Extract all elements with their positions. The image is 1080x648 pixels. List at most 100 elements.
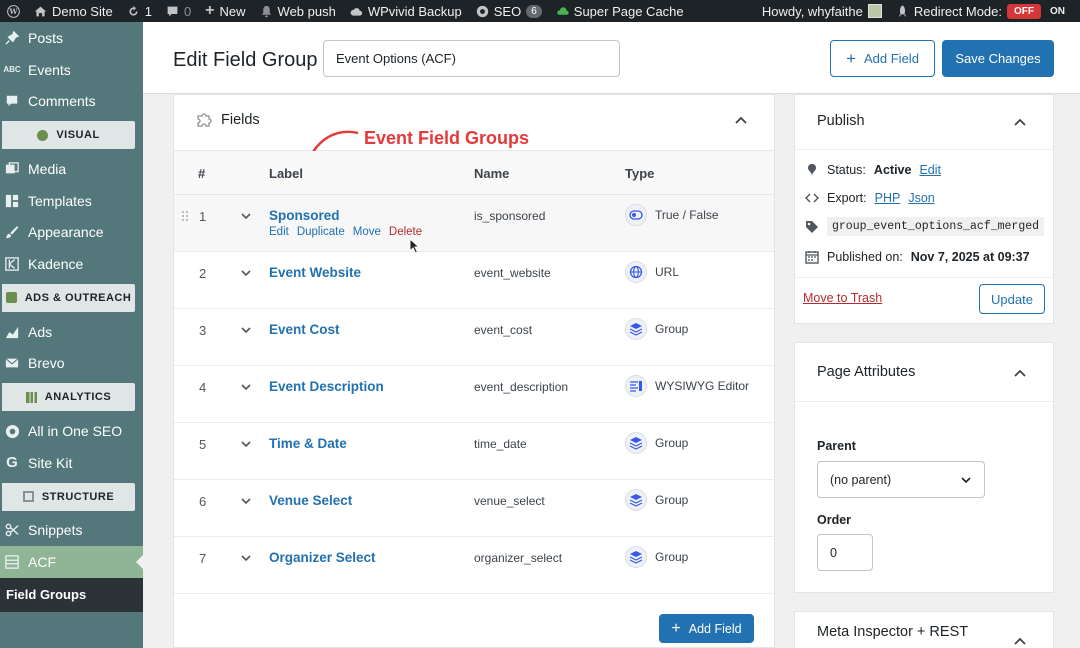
add-field-button[interactable]: + Add Field bbox=[830, 40, 935, 77]
sidebar-item-all-in-one-seo[interactable]: All in One SEO bbox=[0, 415, 143, 447]
field-type: Group bbox=[625, 546, 688, 568]
field-label-link[interactable]: Sponsored bbox=[269, 208, 340, 223]
sidebar-section-visual: VISUAL bbox=[2, 121, 135, 150]
cloud-icon bbox=[350, 7, 363, 16]
updates-link[interactable]: 1 bbox=[120, 0, 159, 22]
toggle-icon bbox=[625, 204, 647, 226]
field-name: event_cost bbox=[474, 323, 533, 337]
sidebar-item-label: ACF bbox=[28, 554, 56, 571]
export-line: Export: PHP Json bbox=[805, 191, 935, 205]
sidebar-item-appearance[interactable]: Appearance bbox=[0, 216, 143, 248]
field-label-link[interactable]: Venue Select bbox=[269, 493, 352, 508]
sidebar-item-media[interactable]: Media bbox=[0, 153, 143, 185]
sidebar-item-acf[interactable]: ACF bbox=[0, 546, 143, 578]
duplicate-action[interactable]: Duplicate bbox=[297, 226, 345, 238]
publish-title: Publish bbox=[817, 113, 865, 129]
sidebar-item-label: Templates bbox=[28, 192, 92, 209]
field-number: 1 bbox=[199, 209, 207, 224]
chevron-down-icon[interactable] bbox=[240, 267, 252, 279]
field-type-label: Group bbox=[655, 550, 689, 564]
column-num: # bbox=[198, 166, 206, 181]
chevron-up-icon[interactable] bbox=[1013, 115, 1027, 129]
account-link[interactable]: Howdy, whyfaithe bbox=[755, 0, 889, 22]
field-row[interactable]: 5 Time & Date time_date Group bbox=[174, 423, 774, 480]
field-label-link[interactable]: Organizer Select bbox=[269, 550, 376, 565]
field-row[interactable]: 3 Event Cost event_cost Group bbox=[174, 309, 774, 366]
delete-action[interactable]: Delete bbox=[389, 226, 422, 238]
comments-link[interactable]: 0 bbox=[159, 0, 198, 22]
sidebar-item-templates[interactable]: Templates bbox=[0, 185, 143, 217]
status-label: Status: bbox=[827, 163, 866, 177]
chevron-up-icon[interactable] bbox=[734, 113, 748, 127]
sidebar-item-site-kit[interactable]: G Site Kit bbox=[0, 447, 143, 479]
seo-link[interactable]: SEO 6 bbox=[469, 0, 549, 22]
field-label-link[interactable]: Time & Date bbox=[269, 436, 347, 451]
field-number: 3 bbox=[199, 323, 207, 338]
update-button[interactable]: Update bbox=[979, 284, 1045, 314]
field-type-label: URL bbox=[655, 265, 680, 279]
field-group-title-input[interactable] bbox=[323, 40, 620, 77]
sidebar-subitem-label: Field Groups bbox=[6, 587, 87, 603]
publish-header: Publish bbox=[795, 95, 1053, 150]
wpvivid-link[interactable]: WPvivid Backup bbox=[343, 0, 469, 22]
sidebar-item-label: Comments bbox=[28, 93, 96, 110]
section-label: ADS & OUTREACH bbox=[24, 291, 132, 304]
edit-action[interactable]: Edit bbox=[269, 226, 289, 238]
add-field-bottom-button[interactable]: + Add Field bbox=[659, 614, 754, 643]
parent-select[interactable]: (no parent) bbox=[817, 461, 985, 498]
sidebar-item-ads[interactable]: Ads bbox=[0, 316, 143, 348]
field-row[interactable]: 6 Venue Select venue_select Group bbox=[174, 480, 774, 537]
chevron-down-icon[interactable] bbox=[240, 552, 252, 564]
sidebar-item-snippets[interactable]: Snippets bbox=[0, 515, 143, 547]
published-line: Published on: Nov 7, 2025 at 09:37 bbox=[805, 250, 1030, 264]
status-edit-link[interactable]: Edit bbox=[919, 163, 941, 177]
add-field-label: Add Field bbox=[864, 51, 919, 66]
chevron-down-icon[interactable] bbox=[240, 210, 252, 222]
sidebar-section-analytics: ANALYTICS bbox=[2, 383, 135, 412]
field-type: Group bbox=[625, 318, 688, 340]
field-label-link[interactable]: Event Cost bbox=[269, 322, 340, 337]
annotation-text: Event Field Groups bbox=[364, 128, 530, 148]
media-icon bbox=[4, 161, 20, 177]
export-json-link[interactable]: Json bbox=[908, 191, 934, 205]
chevron-down-icon[interactable] bbox=[240, 324, 252, 336]
field-row[interactable]: 4 Event Description event_description WY… bbox=[174, 366, 774, 423]
order-input[interactable]: 0 bbox=[817, 534, 873, 571]
field-label-link[interactable]: Event Website bbox=[269, 265, 361, 280]
field-type-label: WYSIWYG Editor bbox=[655, 379, 750, 393]
export-php-link[interactable]: PHP bbox=[875, 191, 901, 205]
field-label-link[interactable]: Event Description bbox=[269, 379, 384, 394]
sidebar-item-events[interactable]: ABC Events bbox=[0, 54, 143, 86]
chevron-down-icon[interactable] bbox=[240, 438, 252, 450]
chevron-up-icon[interactable] bbox=[1013, 366, 1027, 380]
field-row[interactable]: 2 Event Website event_website URL bbox=[174, 252, 774, 309]
svg-text:W: W bbox=[8, 7, 18, 16]
web-push-link[interactable]: Web push bbox=[253, 0, 343, 22]
site-name-link[interactable]: Demo Site bbox=[27, 0, 120, 22]
sidebar-item-label: Appearance bbox=[28, 224, 104, 241]
scissors-icon bbox=[4, 522, 20, 538]
parent-label: Parent bbox=[817, 439, 856, 453]
layers-icon bbox=[625, 318, 647, 340]
field-row[interactable]: 7 Organizer Select organizer_select Grou… bbox=[174, 537, 774, 594]
cache-link[interactable]: Super Page Cache bbox=[549, 0, 691, 22]
redirect-off-toggle[interactable]: OFF bbox=[1007, 3, 1041, 19]
chevron-up-icon[interactable] bbox=[1013, 634, 1027, 648]
sidebar-item-kadence[interactable]: Kadence bbox=[0, 248, 143, 280]
move-action[interactable]: Move bbox=[353, 226, 381, 238]
drag-handle-icon[interactable] bbox=[181, 210, 189, 222]
admin-bar: W Demo Site 1 0 + New Web push WPvivid B… bbox=[0, 0, 1080, 22]
move-to-trash-link[interactable]: Move to Trash bbox=[803, 291, 882, 305]
save-changes-button[interactable]: Save Changes bbox=[942, 40, 1054, 77]
sidebar-item-posts[interactable]: Posts bbox=[0, 22, 143, 54]
sidebar-subitem-field-groups[interactable]: Field Groups bbox=[0, 577, 143, 612]
sidebar-item-comments[interactable]: Comments bbox=[0, 85, 143, 117]
wordpress-logo-icon[interactable]: W bbox=[0, 0, 27, 22]
field-row[interactable]: 1 Sponsored Edit Duplicate Move Delete i… bbox=[174, 195, 774, 252]
redirect-mode[interactable]: Redirect Mode: OFF ON bbox=[889, 0, 1080, 22]
chevron-down-icon[interactable] bbox=[240, 381, 252, 393]
sidebar-item-brevo[interactable]: Brevo bbox=[0, 348, 143, 380]
new-content-link[interactable]: + New bbox=[198, 0, 252, 22]
chevron-down-icon[interactable] bbox=[240, 495, 252, 507]
mouse-cursor-icon bbox=[409, 238, 421, 254]
